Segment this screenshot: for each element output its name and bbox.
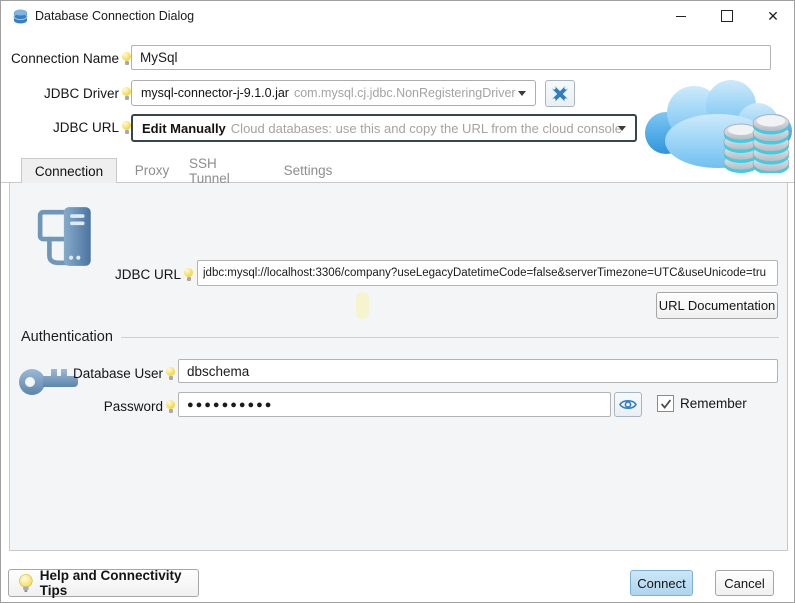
remember-label: Remember [680,395,747,412]
jdbc-url-mode-select[interactable]: Edit Manually Cloud databases: use this … [131,114,637,142]
database-user-input[interactable] [178,359,778,383]
wrench-cross-icon [551,85,569,103]
minimize-button[interactable] [658,1,704,31]
authentication-section-line [121,337,779,338]
cancel-button[interactable]: Cancel [715,570,774,596]
remember-checkbox[interactable] [657,395,674,412]
reveal-password-button[interactable] [614,392,642,417]
hint-marker [356,292,369,319]
lightbulb-icon [166,367,175,380]
jdbc-url-label: JDBC URL [61,263,181,287]
checkmark-icon [659,397,673,411]
eye-icon [619,398,637,411]
connect-button[interactable]: Connect [630,570,693,596]
url-mode-hint: Cloud databases: use this and copy the U… [231,121,622,136]
jdbc-driver-label: JDBC Driver [1,82,119,106]
database-user-label: Database User [61,362,163,386]
cloud-databases-illustration [638,71,794,173]
lightbulb-icon [122,121,131,134]
close-icon: ✕ [767,8,779,25]
minimize-icon [676,16,686,17]
authentication-section-title: Authentication [21,329,113,345]
lightbulb-icon [166,400,175,413]
database-connection-dialog: Database Connection Dialog ✕ Connection … [0,0,795,603]
password-input[interactable] [178,392,611,417]
tab-settings[interactable]: Settings [279,158,337,183]
url-mode: Edit Manually [142,121,226,136]
database-icon [12,8,29,25]
tab-ssh-tunnel[interactable]: SSH Tunnel [189,158,261,183]
lightbulb-icon [19,573,33,594]
help-and-connectivity-tips-button[interactable]: Help and Connectivity Tips [8,569,199,597]
tab-proxy[interactable]: Proxy [129,158,175,183]
driver-file: mysql-connector-j-9.1.0.jar [141,86,289,100]
lightbulb-icon [122,87,131,100]
password-label: Password [61,395,163,419]
titlebar[interactable]: Database Connection Dialog ✕ [1,1,795,31]
computer-server-icon [37,205,99,269]
chevron-down-icon [618,126,626,131]
help-button-label: Help and Connectivity Tips [40,568,198,598]
lightbulb-icon [184,268,193,281]
jdbc-url-mode-label: JDBC URL [1,116,119,140]
maximize-icon [721,10,733,22]
tab-connection[interactable]: Connection [21,158,117,183]
lightbulb-icon [122,52,131,65]
maximize-button[interactable] [704,1,750,31]
jdbc-url-input[interactable] [197,260,778,286]
close-button[interactable]: ✕ [750,1,795,31]
jdbc-driver-select[interactable]: mysql-connector-j-9.1.0.jar com.mysql.cj… [131,80,536,106]
window-title: Database Connection Dialog [35,1,194,31]
chevron-down-icon [518,91,526,96]
connection-name-input[interactable] [131,45,771,70]
connection-name-label: Connection Name [1,47,119,71]
driver-class: com.mysql.cj.jdbc.NonRegisteringDriver [294,86,516,100]
url-documentation-button[interactable]: URL Documentation [656,292,778,319]
configure-driver-button[interactable] [545,80,575,107]
